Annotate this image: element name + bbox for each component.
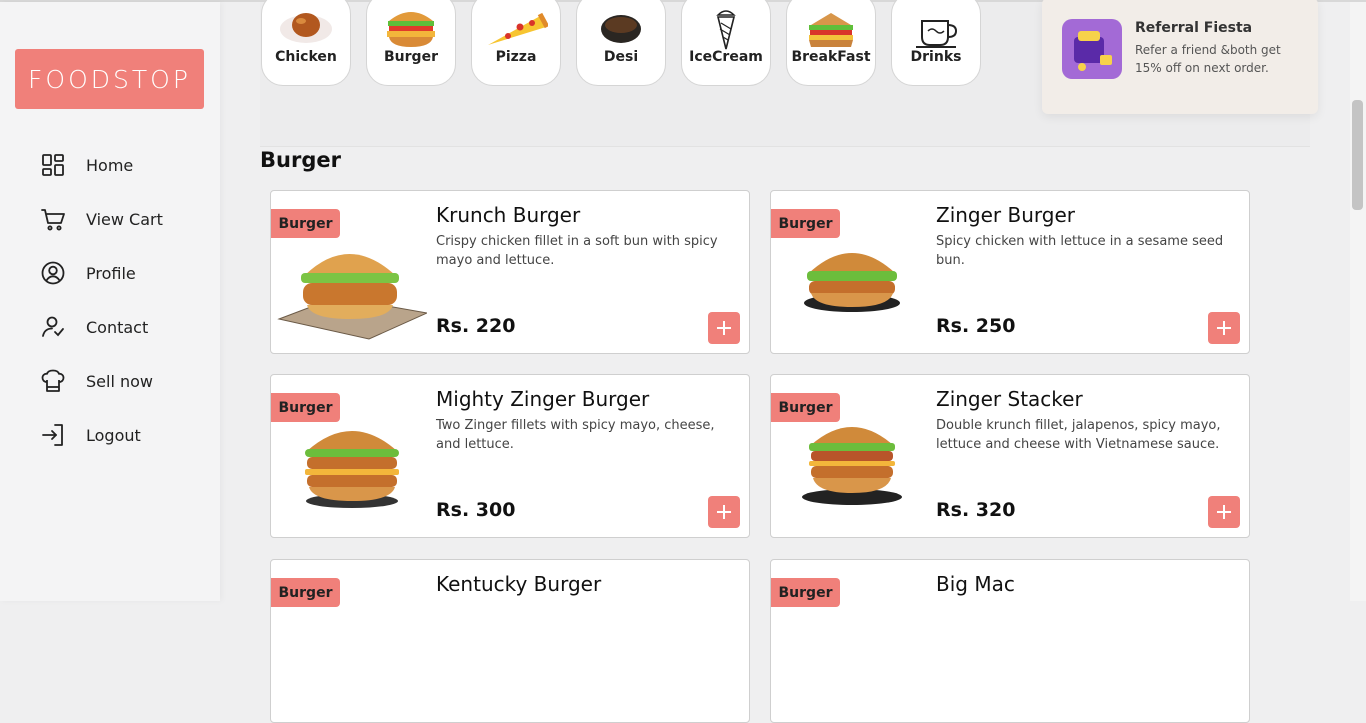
product-name: Zinger Burger (936, 203, 1076, 227)
category-label: Desi (603, 49, 639, 65)
referral-title: Referral Fiesta (1135, 20, 1253, 36)
icecream-icon (716, 10, 736, 50)
user-circle-icon (41, 261, 65, 285)
category-burger[interactable]: Burger (366, 0, 456, 86)
sidebar-item-label: Profile (86, 263, 136, 283)
product-name: Krunch Burger (436, 203, 581, 227)
sidebar-item-home[interactable]: Home (40, 138, 163, 192)
product-price: Rs. 300 (436, 499, 516, 521)
cart-icon (41, 209, 65, 231)
sidebar: FOODSTOP Home View Cart Profile Contact … (0, 2, 220, 601)
plus-icon (717, 505, 731, 519)
main-content: Chicken Burger Pizza Desi IceCream Break… (220, 0, 1350, 723)
category-desi[interactable]: Desi (576, 0, 666, 86)
brand-logo-text: FOODSTOP (28, 64, 191, 94)
product-description: Spicy chicken with lettuce in a sesame s… (936, 234, 1224, 268)
product-description: Two Zinger fillets with spicy mayo, chee… (436, 418, 715, 452)
scrollbar[interactable] (1350, 2, 1366, 601)
category-icecream[interactable]: IceCream (681, 0, 771, 86)
plus-icon (1217, 321, 1231, 335)
pizza-icon (488, 12, 548, 45)
wallet-gift-icon (1062, 19, 1122, 79)
plus-icon (717, 321, 731, 335)
add-to-cart-button[interactable] (708, 312, 740, 344)
burger-image (804, 253, 900, 312)
add-to-cart-button[interactable] (1208, 312, 1240, 344)
chef-hat-icon (41, 369, 65, 392)
referral-text: Refer a friend &both get 15% off on next… (1135, 43, 1281, 75)
product-description: Double krunch fillet, jalapenos, spicy m… (936, 418, 1221, 452)
cup-icon (916, 20, 958, 48)
category-badge: Burger (271, 578, 340, 607)
scrollbar-thumb[interactable] (1352, 100, 1363, 210)
referral-card[interactable]: Referral Fiesta Refer a friend &both get… (1042, 0, 1318, 114)
product-card[interactable]: Burger Big Mac (770, 559, 1250, 723)
burger-image (277, 254, 427, 340)
sidebar-item-label: Logout (86, 425, 141, 445)
sidebar-item-profile[interactable]: Profile (40, 246, 163, 300)
section-title: Burger (260, 148, 341, 172)
category-label: Burger (384, 49, 438, 65)
category-drinks[interactable]: Drinks (891, 0, 981, 86)
sandwich-icon (809, 13, 853, 47)
sidebar-item-view-cart[interactable]: View Cart (40, 192, 163, 246)
sidebar-item-label: Home (86, 155, 134, 175)
product-price: Rs. 250 (936, 315, 1016, 337)
category-label: Pizza (495, 49, 537, 65)
contact-icon (42, 316, 64, 337)
desi-bowl-icon (601, 15, 641, 43)
category-breakfast[interactable]: BreakFast (786, 0, 876, 86)
category-label: Drinks (910, 49, 962, 65)
burger-icon (387, 12, 435, 47)
sidebar-item-contact[interactable]: Contact (40, 300, 163, 354)
logout-icon (42, 424, 63, 446)
sidebar-item-sell-now[interactable]: Sell now (40, 354, 163, 408)
add-to-cart-button[interactable] (708, 496, 740, 528)
product-card[interactable]: Burger Zinger Burger Spicy chicken with … (770, 190, 1250, 354)
product-card[interactable]: Burger Mighty Zinger Burger Two Zinger f… (270, 374, 750, 538)
plus-icon (1217, 505, 1231, 519)
category-label: Chicken (275, 49, 337, 65)
burger-image (305, 431, 399, 508)
sidebar-item-label: Sell now (86, 371, 153, 391)
sidebar-nav: Home View Cart Profile Contact Sell now … (40, 138, 163, 462)
product-card[interactable]: Burger Zinger Stacker Double krunch fill… (770, 374, 1250, 538)
category-chicken[interactable]: Chicken (261, 0, 351, 86)
burger-image (802, 427, 902, 505)
grid-icon (42, 154, 64, 176)
chicken-icon (280, 13, 332, 43)
add-to-cart-button[interactable] (1208, 496, 1240, 528)
product-name: Big Mac (936, 572, 1015, 596)
product-name: Kentucky Burger (436, 572, 602, 596)
product-price: Rs. 320 (936, 499, 1016, 521)
product-name: Mighty Zinger Burger (436, 387, 650, 411)
category-panel: Chicken Burger Pizza Desi IceCream Break… (260, 0, 1318, 147)
sidebar-item-label: Contact (86, 317, 149, 337)
sidebar-item-label: View Cart (86, 209, 163, 229)
brand-logo[interactable]: FOODSTOP (15, 49, 204, 109)
category-label: BreakFast (791, 49, 871, 65)
category-label: IceCream (689, 49, 763, 65)
product-card[interactable]: Burger Krunch Burger Crispy chicken fill… (270, 190, 750, 354)
product-name: Zinger Stacker (936, 387, 1083, 411)
product-price: Rs. 220 (436, 315, 516, 337)
product-description: Crispy chicken fillet in a soft bun with… (436, 234, 718, 268)
category-badge: Burger (771, 578, 840, 607)
category-pizza[interactable]: Pizza (471, 0, 561, 86)
sidebar-item-logout[interactable]: Logout (40, 408, 163, 462)
product-card[interactable]: Burger Kentucky Burger (270, 559, 750, 723)
